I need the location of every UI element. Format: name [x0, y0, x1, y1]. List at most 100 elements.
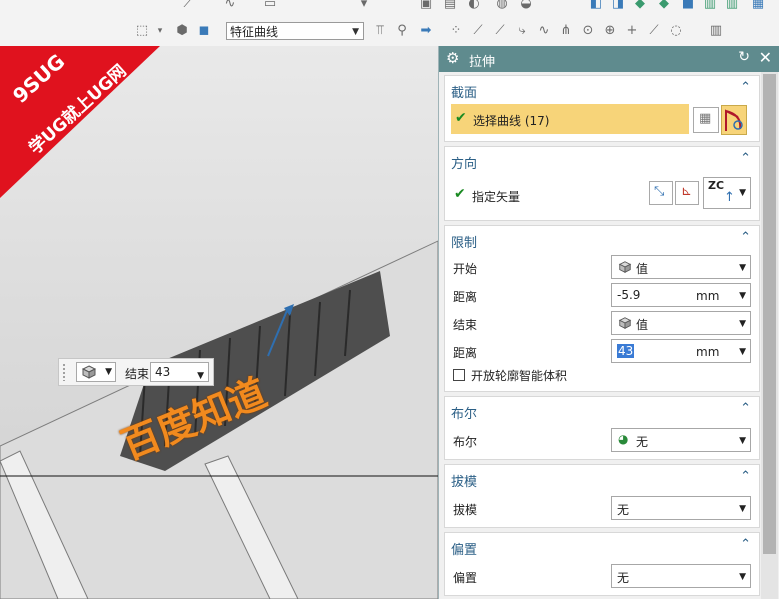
direction-panel: 方向 ⌃ ✔ 指定矢量 ⤡ ⊾ ZC ↑ ▼ [444, 146, 760, 221]
direction-header[interactable]: 方向 [451, 153, 477, 172]
layer-tool-icon[interactable]: ■ [680, 0, 696, 12]
end-dropdown[interactable]: 值 ▼ [611, 311, 751, 335]
point-on-curve-snap-icon[interactable]: + [624, 23, 640, 39]
select-curve-row[interactable]: ✔ 选择曲线 (17) [451, 104, 689, 134]
chevron-up-icon[interactable]: ⌃ [740, 80, 751, 95]
dropdown-arrow-icon[interactable]: ▾ [356, 0, 372, 12]
dialog-title-bar: ⚙ 拉伸 ↻ ✕ [439, 46, 779, 72]
boolean-dropdown[interactable]: ◕ 无 ▼ [611, 428, 751, 452]
wcs-tool-icon[interactable]: ▥ [702, 0, 718, 12]
limits-header[interactable]: 限制 [451, 232, 477, 251]
distance2-input[interactable]: 43 mm ▼ [611, 339, 751, 363]
spline-tool-icon[interactable]: ∿ [222, 0, 238, 12]
point-on-face-snap-icon[interactable]: ⟋ [646, 23, 662, 39]
arc-center-snap-icon[interactable]: ⋔ [558, 23, 574, 39]
boolean-panel: 布尔 ⌃ 布尔 ◕ 无 ▼ [444, 396, 760, 460]
chevron-down-icon: ▼ [197, 371, 204, 381]
view-tool-icon[interactable]: ◧ [588, 0, 604, 12]
solid-filter-icon[interactable]: ⬢ [174, 23, 190, 39]
value-cube-icon [618, 317, 632, 329]
curve-select-button[interactable] [721, 105, 747, 135]
selection-box-icon[interactable]: ⬚ [134, 23, 150, 39]
start-dropdown[interactable]: 值 ▼ [611, 255, 751, 279]
line-tool-icon[interactable]: ⟋ [180, 0, 196, 12]
chevron-down-icon: ▼ [105, 367, 112, 377]
vector-dialog-button[interactable]: ⊾ [675, 181, 699, 205]
curve-rule-select[interactable]: 特征曲线 ▼ [226, 22, 364, 40]
dialog-title: 拉伸 [469, 55, 496, 70]
offset-label: 偏置 [453, 571, 478, 585]
boolean-header[interactable]: 布尔 [451, 403, 477, 422]
drag-handle-icon[interactable] [62, 363, 66, 381]
measure-tool-icon[interactable]: ▥ [724, 0, 740, 12]
graphics-viewport[interactable]: 百度知道 9SUG 学UG就上UG网 [0, 46, 438, 599]
endpoint-snap-icon[interactable]: ⟋ [470, 23, 486, 39]
chevron-up-icon[interactable]: ⌃ [740, 401, 751, 416]
end-option-dropdown[interactable]: ▼ [76, 362, 116, 382]
open-profile-checkbox[interactable] [453, 369, 465, 381]
render-tool-icon[interactable]: ◨ [610, 0, 626, 12]
hole-tool-icon[interactable]: ◍ [494, 0, 510, 12]
arc-tool-icon[interactable]: ⌒ [200, 0, 216, 12]
vector-dropdown[interactable]: ZC ↑ ▼ [703, 177, 751, 209]
sketch-icon: ▦ [699, 111, 712, 126]
shade-tool-icon[interactable]: ◆ [632, 0, 648, 12]
draft-dropdown[interactable]: 无 ▼ [611, 496, 751, 520]
value-cube-icon [81, 365, 97, 379]
reverse-direction-icon: ⤡ [654, 184, 665, 199]
curve-rule-value: 特征曲线 [230, 25, 279, 39]
chevron-down-icon: ▼ [739, 188, 746, 198]
offset-header[interactable]: 偏置 [451, 539, 477, 558]
sketch-section-button[interactable]: ▦ [693, 107, 719, 133]
snap-point-icon[interactable]: ⁘ [448, 23, 464, 39]
chevron-up-icon[interactable]: ⌃ [740, 537, 751, 552]
value-cube-icon [618, 261, 632, 273]
pole-snap-icon[interactable]: ◌ [668, 23, 684, 39]
quadrant-snap-icon[interactable]: ⊙ [580, 23, 596, 39]
analysis-tool-icon[interactable]: ▦ [750, 0, 766, 12]
close-icon[interactable]: ✕ [759, 48, 772, 67]
toolbar-row-top: ⟋ ⌒ ∿ ▭ ▾ ▣ ▤ ◐ ◍ ◒ ◧ ◨ ◆ ◆ ■ ▥ ▥ ▦ [0, 0, 779, 16]
chevron-down-icon: ▼ [739, 319, 746, 329]
end-value: 值 [636, 318, 649, 332]
sketch-tool-icon[interactable]: ▭ [262, 0, 278, 12]
selection-dropdown-icon[interactable]: ▾ [152, 23, 168, 39]
distance1-unit: mm [696, 289, 720, 303]
end-label: 结束 [453, 318, 478, 332]
feature-tool-icon[interactable]: ▣ [418, 0, 434, 12]
chevron-down-icon: ▼ [739, 291, 746, 301]
chevron-up-icon[interactable]: ⌃ [740, 469, 751, 484]
material-tool-icon[interactable]: ◆ [656, 0, 672, 12]
snap-toolbar: ⫪ ⚲ ➡ ⁘ ⟋ ⟋ ⤷ ∿ ⋔ ⊙ ⊕ + ⟋ ◌ ▥ [370, 17, 779, 45]
snap-settings-icon[interactable]: ▥ [708, 23, 724, 39]
gear-icon[interactable]: ⚙ [446, 49, 459, 67]
body-filter-icon[interactable]: ◼ [196, 23, 212, 39]
draft-header[interactable]: 拔模 [451, 471, 477, 490]
follow-fillet-icon[interactable]: ⚲ [394, 23, 410, 39]
end-value-input[interactable]: 43 ▼ [150, 362, 209, 382]
extrude-tool-icon[interactable]: ▤ [442, 0, 458, 12]
revolve-tool-icon[interactable]: ◐ [466, 0, 482, 12]
blend-tool-icon[interactable]: ◒ [518, 0, 534, 12]
scrollbar-thumb[interactable] [763, 74, 776, 554]
zc-arrow-icon: ↑ [724, 190, 735, 205]
reverse-direction-button[interactable]: ⤡ [649, 181, 673, 205]
existing-point-snap-icon[interactable]: ⊕ [602, 23, 618, 39]
offset-dropdown[interactable]: 无 ▼ [611, 564, 751, 588]
open-profile-label: 开放轮廓智能体积 [471, 369, 568, 383]
dialog-scrollbar[interactable] [761, 72, 778, 599]
control-point-snap-icon[interactable]: ⤷ [514, 23, 530, 39]
reset-icon[interactable]: ↻ [738, 49, 750, 65]
chevron-up-icon[interactable]: ⌃ [740, 151, 751, 166]
midpoint-snap-icon[interactable]: ⟋ [492, 23, 508, 39]
arrow-right-icon[interactable]: ➡ [418, 23, 434, 39]
section-header[interactable]: 截面 [451, 82, 477, 101]
distance1-input[interactable]: -5.9 mm ▼ [611, 283, 751, 307]
checkmark-icon: ✔ [454, 186, 466, 202]
stop-at-intersection-icon[interactable]: ⫪ [372, 23, 388, 39]
floating-input-bar[interactable]: ▼ 结束 43 ▼ [58, 358, 214, 386]
offset-panel: 偏置 ⌃ 偏置 无 ▼ [444, 532, 760, 596]
boolean-value: 无 [636, 435, 649, 449]
chevron-up-icon[interactable]: ⌃ [740, 230, 751, 245]
intersection-snap-icon[interactable]: ∿ [536, 23, 552, 39]
